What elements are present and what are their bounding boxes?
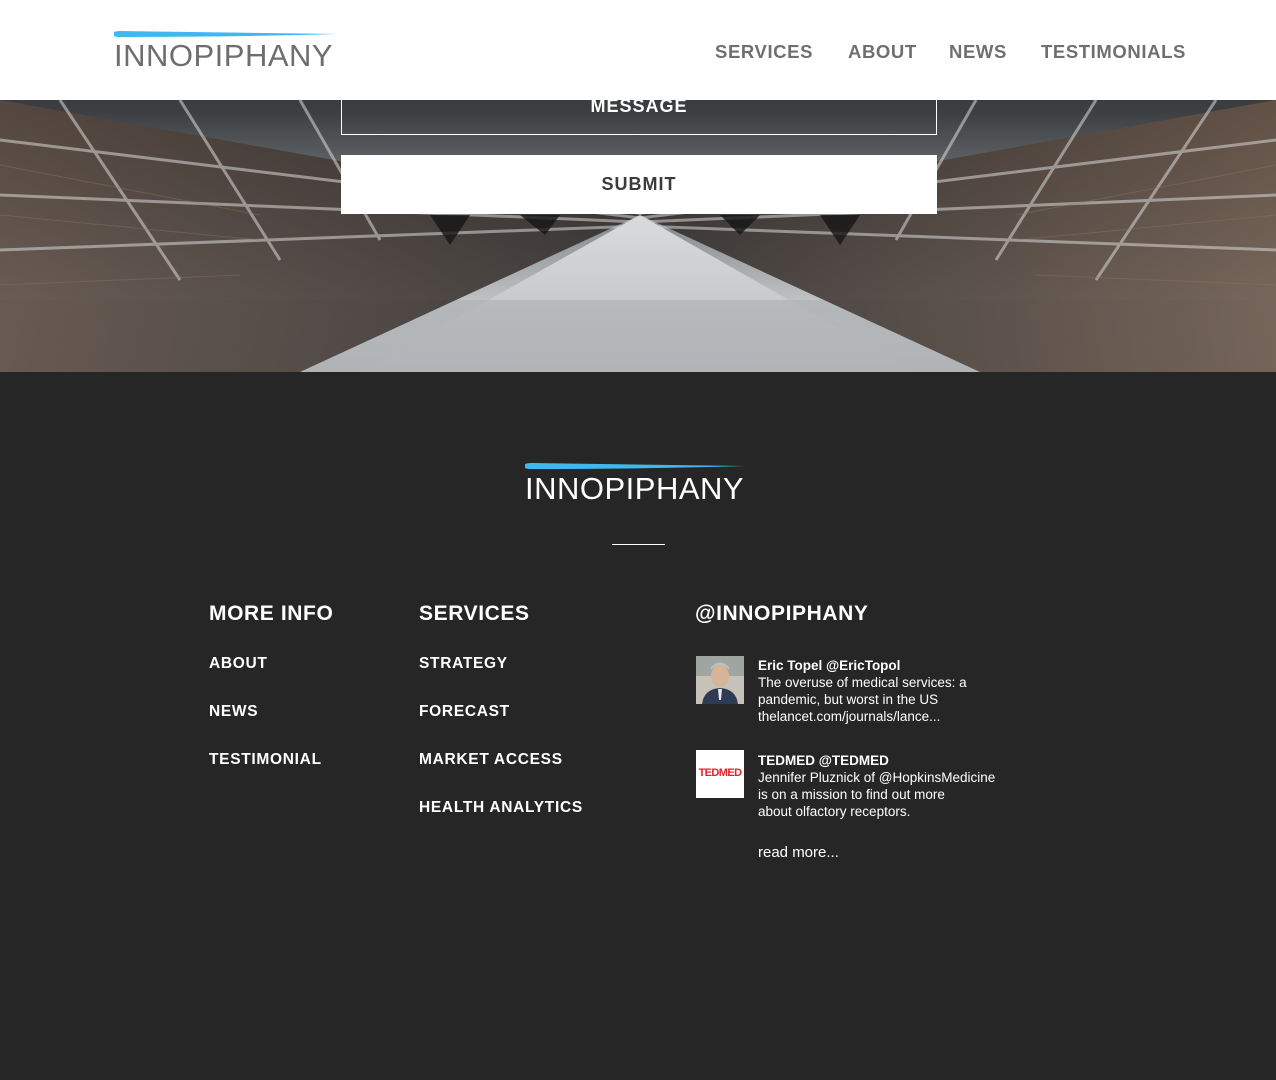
avatar[interactable]: TEDMED: [696, 750, 744, 798]
nav-services[interactable]: SERVICES: [715, 40, 813, 64]
twitter-heading: @INNOPIPHANY: [695, 602, 869, 625]
footer-logo-wordmark: INNOPIPHANY: [525, 471, 745, 506]
tedmed-logo-icon: TEDMED: [698, 767, 742, 779]
footer-link-forecast[interactable]: FORECAST: [419, 703, 510, 721]
header-logo[interactable]: INNOPIPHANY: [114, 31, 340, 75]
tweet-line: is on a mission to find out more: [758, 787, 945, 802]
read-more-link[interactable]: read more...: [758, 843, 839, 863]
footer-link-health-analytics[interactable]: HEALTH ANALYTICS: [419, 799, 583, 817]
tweet-line: pandemic, but worst in the US: [758, 692, 939, 707]
logo-swoosh-icon: [525, 463, 745, 469]
footer-link-strategy[interactable]: STRATEGY: [419, 655, 508, 673]
footer-link-testimonial[interactable]: TESTIMONIAL: [209, 751, 322, 769]
tweet-line: The overuse of medical services: a: [758, 675, 967, 690]
footer-logo[interactable]: INNOPIPHANY: [525, 463, 751, 507]
submit-button[interactable]: SUBMIT: [341, 155, 937, 214]
avatar[interactable]: [696, 656, 744, 704]
nav-news[interactable]: NEWS: [949, 40, 1007, 64]
services-heading: SERVICES: [419, 602, 530, 625]
logo-wordmark: INNOPIPHANY: [114, 38, 334, 73]
nav-testimonials[interactable]: TESTIMONIALS: [1041, 40, 1186, 64]
more-info-heading: MORE INFO: [209, 602, 334, 625]
footer-link-market-access[interactable]: MARKET ACCESS: [419, 751, 563, 769]
footer-link-about[interactable]: ABOUT: [209, 655, 268, 673]
footer-divider: [612, 544, 665, 545]
nav-about[interactable]: ABOUT: [848, 40, 917, 64]
tweet-author[interactable]: TEDMED @TEDMED: [758, 752, 1018, 769]
tweet-line: Jennifer Pluznick of @HopkinsMedicine: [758, 770, 996, 785]
logo-swoosh-icon: [114, 31, 338, 37]
tweet-line: about olfactory receptors.: [758, 804, 911, 819]
tweet-link[interactable]: thelancet.com/journals/lance...: [758, 708, 1018, 725]
tweet-text: TEDMED @TEDMED Jennifer Pluznick of @Hop…: [758, 752, 1018, 820]
tweet-text: Eric Topel @EricTopol The overuse of med…: [758, 657, 1018, 725]
footer-link-news[interactable]: NEWS: [209, 703, 258, 721]
tweet-author[interactable]: Eric Topel @EricTopol: [758, 657, 1018, 674]
site-header: INNOPIPHANY SERVICES ABOUT NEWS TESTIMON…: [0, 0, 1276, 100]
person-photo-icon: [696, 656, 744, 704]
